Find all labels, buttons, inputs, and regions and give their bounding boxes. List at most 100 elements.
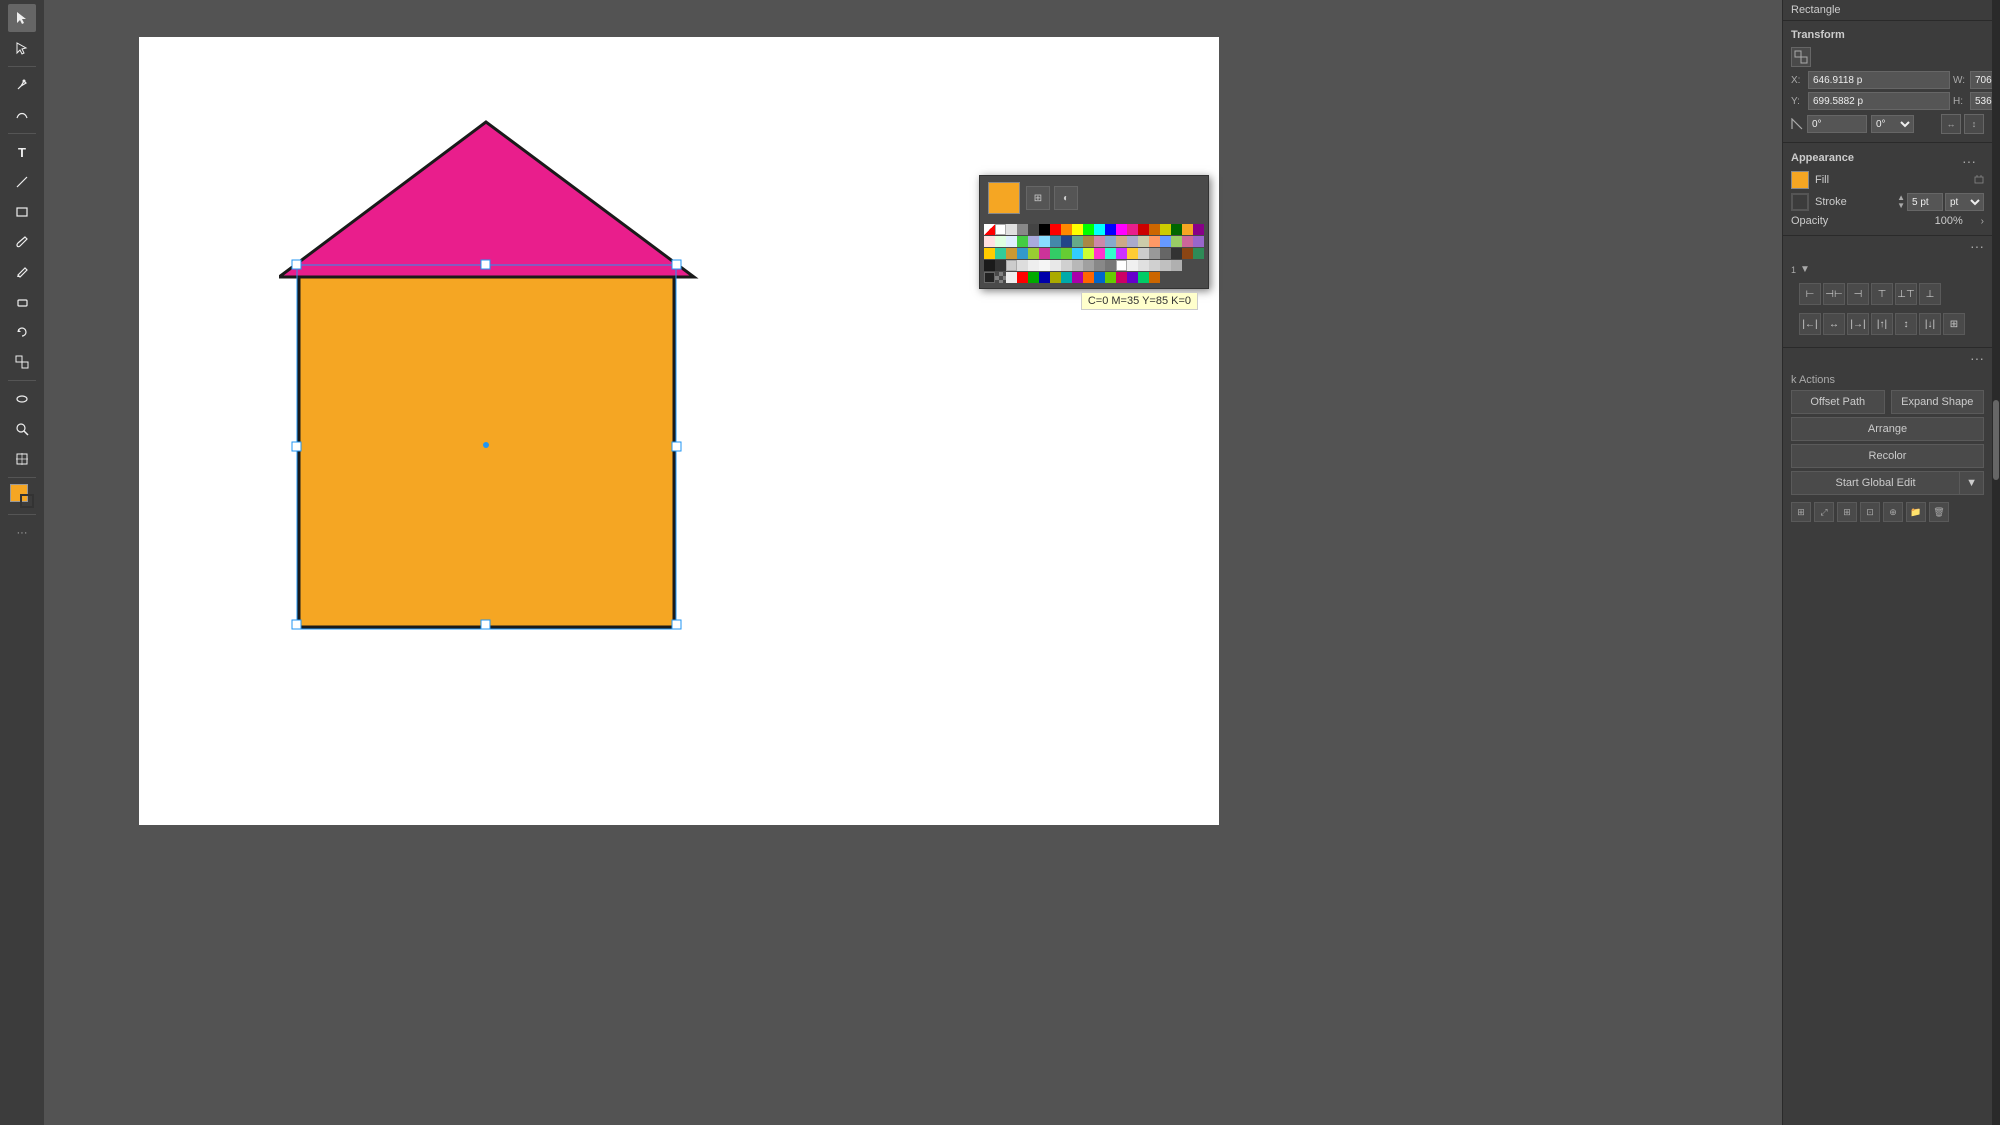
color-magenta[interactable] bbox=[1116, 224, 1127, 235]
angle-input[interactable] bbox=[1807, 115, 1867, 133]
color-light-gray[interactable] bbox=[1006, 224, 1017, 235]
c3[interactable] bbox=[1006, 260, 1017, 271]
s3[interactable] bbox=[1006, 272, 1017, 283]
recolor-button[interactable]: Recolor bbox=[1791, 444, 1984, 468]
align-top[interactable]: ⊤ bbox=[1871, 283, 1893, 305]
color-grid-icon[interactable]: ⊞ bbox=[1026, 186, 1050, 210]
s14[interactable] bbox=[1127, 272, 1138, 283]
dist-center-v[interactable]: ↕ bbox=[1895, 313, 1917, 335]
color-white[interactable] bbox=[995, 224, 1006, 235]
color-sky[interactable] bbox=[1039, 236, 1050, 247]
canvas-area[interactable]: ⊞ ◐ bbox=[44, 0, 1782, 1125]
rect-tool[interactable] bbox=[8, 198, 36, 226]
dist-left[interactable]: |←| bbox=[1799, 313, 1821, 335]
c2[interactable] bbox=[995, 260, 1006, 271]
align-center-h[interactable]: ⊣⊢ bbox=[1823, 283, 1845, 305]
color-navy[interactable] bbox=[1061, 236, 1072, 247]
color-salmon[interactable] bbox=[1149, 236, 1160, 247]
zoom-tool[interactable] bbox=[8, 415, 36, 443]
align-left[interactable]: ⊢ bbox=[1799, 283, 1821, 305]
selection-tool[interactable] bbox=[8, 4, 36, 32]
color-purple[interactable] bbox=[1193, 224, 1204, 235]
color-electric-purple[interactable] bbox=[1116, 248, 1127, 259]
align-dropdown[interactable]: ▼ bbox=[1800, 264, 1810, 275]
align-center-v[interactable]: ⊥⊤ bbox=[1895, 283, 1917, 305]
y-input[interactable] bbox=[1808, 92, 1950, 110]
appearance-more[interactable]: ··· bbox=[1954, 151, 1984, 171]
color-cornflower[interactable] bbox=[1160, 236, 1171, 247]
s12[interactable] bbox=[1105, 272, 1116, 283]
panel-icon-2[interactable]: ⤢ bbox=[1814, 502, 1834, 522]
color-tan[interactable] bbox=[1083, 236, 1094, 247]
s9[interactable] bbox=[1072, 272, 1083, 283]
c12[interactable] bbox=[1105, 260, 1116, 271]
arrange-button[interactable]: Arrange bbox=[1791, 417, 1984, 441]
paintbrush-tool[interactable] bbox=[8, 228, 36, 256]
color-dark-green[interactable] bbox=[1171, 224, 1182, 235]
color-sea-green[interactable] bbox=[1193, 248, 1204, 259]
color-khaki[interactable] bbox=[1116, 236, 1127, 247]
artboard-tool[interactable] bbox=[8, 445, 36, 473]
color-crimson[interactable] bbox=[1039, 248, 1050, 259]
color-mint[interactable] bbox=[995, 248, 1006, 259]
opacity-expand[interactable]: › bbox=[1981, 216, 1984, 227]
c15[interactable] bbox=[1138, 260, 1149, 271]
color-spring[interactable] bbox=[1083, 248, 1094, 259]
align-bottom[interactable]: ⊥ bbox=[1919, 283, 1941, 305]
color-green[interactable] bbox=[1083, 224, 1094, 235]
c13[interactable] bbox=[1116, 260, 1127, 271]
color-chartreuse[interactable] bbox=[1028, 248, 1039, 259]
color-blue[interactable] bbox=[1105, 224, 1116, 235]
panel-icon-4[interactable]: ⊡ bbox=[1860, 502, 1880, 522]
pen-tool[interactable] bbox=[8, 71, 36, 99]
panel-icon-3[interactable]: ⊞ bbox=[1837, 502, 1857, 522]
stroke-dropdown[interactable]: pt px mm bbox=[1945, 193, 1984, 211]
color-amber2[interactable] bbox=[1127, 248, 1138, 259]
s15[interactable] bbox=[1138, 272, 1149, 283]
s16[interactable] bbox=[1149, 272, 1160, 283]
stroke-color-box[interactable] bbox=[20, 494, 34, 508]
color-cyan[interactable] bbox=[1094, 224, 1105, 235]
color-near-black[interactable] bbox=[1171, 248, 1182, 259]
rotate-tool[interactable] bbox=[8, 318, 36, 346]
h-input[interactable] bbox=[1970, 92, 1992, 110]
scroll-thumb[interactable] bbox=[1993, 400, 1999, 480]
color-parchment[interactable] bbox=[1138, 236, 1149, 247]
scale-tool[interactable] bbox=[8, 348, 36, 376]
color-indicator[interactable] bbox=[8, 482, 36, 510]
w-input[interactable] bbox=[1970, 71, 1992, 89]
panel-icon-7[interactable]: 🗑 bbox=[1929, 502, 1949, 522]
color-gold[interactable] bbox=[984, 248, 995, 259]
c8[interactable] bbox=[1061, 260, 1072, 271]
curvature-tool[interactable] bbox=[8, 101, 36, 129]
color-medium-gray[interactable] bbox=[1149, 248, 1160, 259]
color-mauve[interactable] bbox=[1094, 236, 1105, 247]
color-yellow[interactable] bbox=[1072, 224, 1083, 235]
pencil-tool[interactable] bbox=[8, 258, 36, 286]
panel-icon-5[interactable]: ⊕ bbox=[1883, 502, 1903, 522]
angle-dropdown[interactable]: 0° 90° 180° 270° bbox=[1871, 115, 1914, 133]
color-gray[interactable] bbox=[1017, 224, 1028, 235]
color-copper[interactable] bbox=[1006, 248, 1017, 259]
c14[interactable] bbox=[1127, 260, 1138, 271]
color-dark-gray[interactable] bbox=[1028, 224, 1039, 235]
c10[interactable] bbox=[1083, 260, 1094, 271]
color-lime[interactable] bbox=[1171, 236, 1182, 247]
color-black[interactable] bbox=[1039, 224, 1050, 235]
s13[interactable] bbox=[1116, 272, 1127, 283]
c4[interactable] bbox=[1017, 260, 1028, 271]
c17[interactable] bbox=[1160, 260, 1171, 271]
color-pink[interactable] bbox=[1127, 224, 1138, 235]
panel-more-1[interactable]: ··· bbox=[1783, 236, 1992, 256]
color-rose[interactable] bbox=[1182, 236, 1193, 247]
color-dark-red[interactable] bbox=[1138, 224, 1149, 235]
s11[interactable] bbox=[1094, 272, 1105, 283]
stroke-spinner[interactable]: ▲ ▼ bbox=[1897, 194, 1905, 210]
transform-icon[interactable] bbox=[1791, 47, 1811, 67]
flip-h-icon[interactable]: ↔ bbox=[1941, 114, 1961, 134]
dist-center-h[interactable]: ↔ bbox=[1823, 313, 1845, 335]
color-turquoise[interactable] bbox=[1105, 248, 1116, 259]
panel-more-2[interactable]: ··· bbox=[1783, 348, 1992, 368]
offset-path-button[interactable]: Offset Path bbox=[1791, 390, 1885, 414]
s8[interactable] bbox=[1061, 272, 1072, 283]
